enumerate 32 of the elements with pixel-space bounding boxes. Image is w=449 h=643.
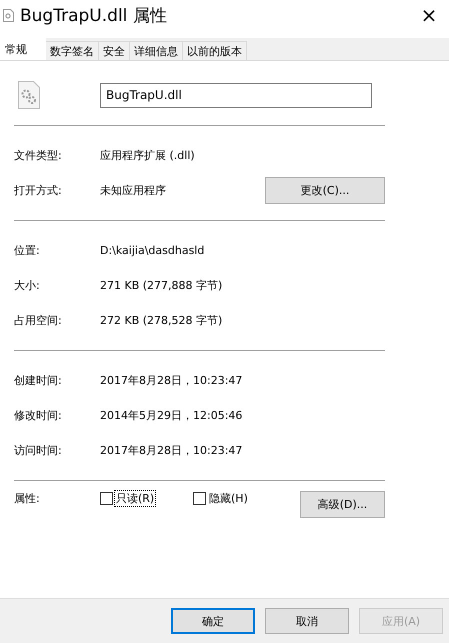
field-label: 修改时间: bbox=[14, 408, 63, 423]
field-value: 2017年8月28日，10:23:47 bbox=[100, 373, 244, 388]
checkbox[interactable] bbox=[193, 492, 206, 505]
field-value: 应用程序扩展 (.dll) bbox=[100, 148, 196, 163]
tab[interactable]: 以前的版本 bbox=[182, 41, 247, 60]
field-label: 文件类型: bbox=[14, 148, 63, 163]
field-value: D:\kaijia\dasdhasld bbox=[100, 244, 206, 257]
dialog-button[interactable]: 确定 bbox=[171, 608, 255, 634]
window-title: BugTrapU.dll 属性 bbox=[20, 4, 168, 26]
field-label: 创建时间: bbox=[14, 373, 63, 388]
dialog-button[interactable]: 取消 bbox=[265, 608, 349, 634]
field-value: 2014年5月29日，12:05:46 bbox=[100, 408, 244, 423]
checkbox-label[interactable]: 隐藏(H) bbox=[208, 491, 249, 506]
checkbox-label[interactable]: 只读(R) bbox=[115, 491, 156, 506]
field-value: 未知应用程序 bbox=[100, 183, 167, 198]
tab[interactable]: 常规 bbox=[0, 37, 46, 60]
field-label: 大小: bbox=[14, 278, 41, 293]
checkbox[interactable] bbox=[100, 492, 113, 505]
gear-file-icon bbox=[18, 81, 40, 109]
field-value: 2017年8月28日，10:23:47 bbox=[100, 443, 244, 458]
close-button[interactable]: × bbox=[409, 1, 449, 29]
field-label: 打开方式: bbox=[14, 183, 63, 198]
field-value: 271 KB (277,888 字节) bbox=[100, 278, 224, 293]
advanced-button[interactable]: 高级(D)... bbox=[300, 491, 385, 518]
field-label: 占用空间: bbox=[14, 313, 63, 328]
field-label: 位置: bbox=[14, 243, 41, 258]
field-value: 272 KB (278,528 字节) bbox=[100, 313, 224, 328]
file-icon bbox=[3, 8, 14, 22]
change-button[interactable]: 更改(C)... bbox=[265, 177, 385, 204]
field-label: 属性: bbox=[14, 491, 41, 506]
field-label: 访问时间: bbox=[14, 443, 63, 458]
file-name-field[interactable]: BugTrapU.dll bbox=[100, 82, 372, 108]
